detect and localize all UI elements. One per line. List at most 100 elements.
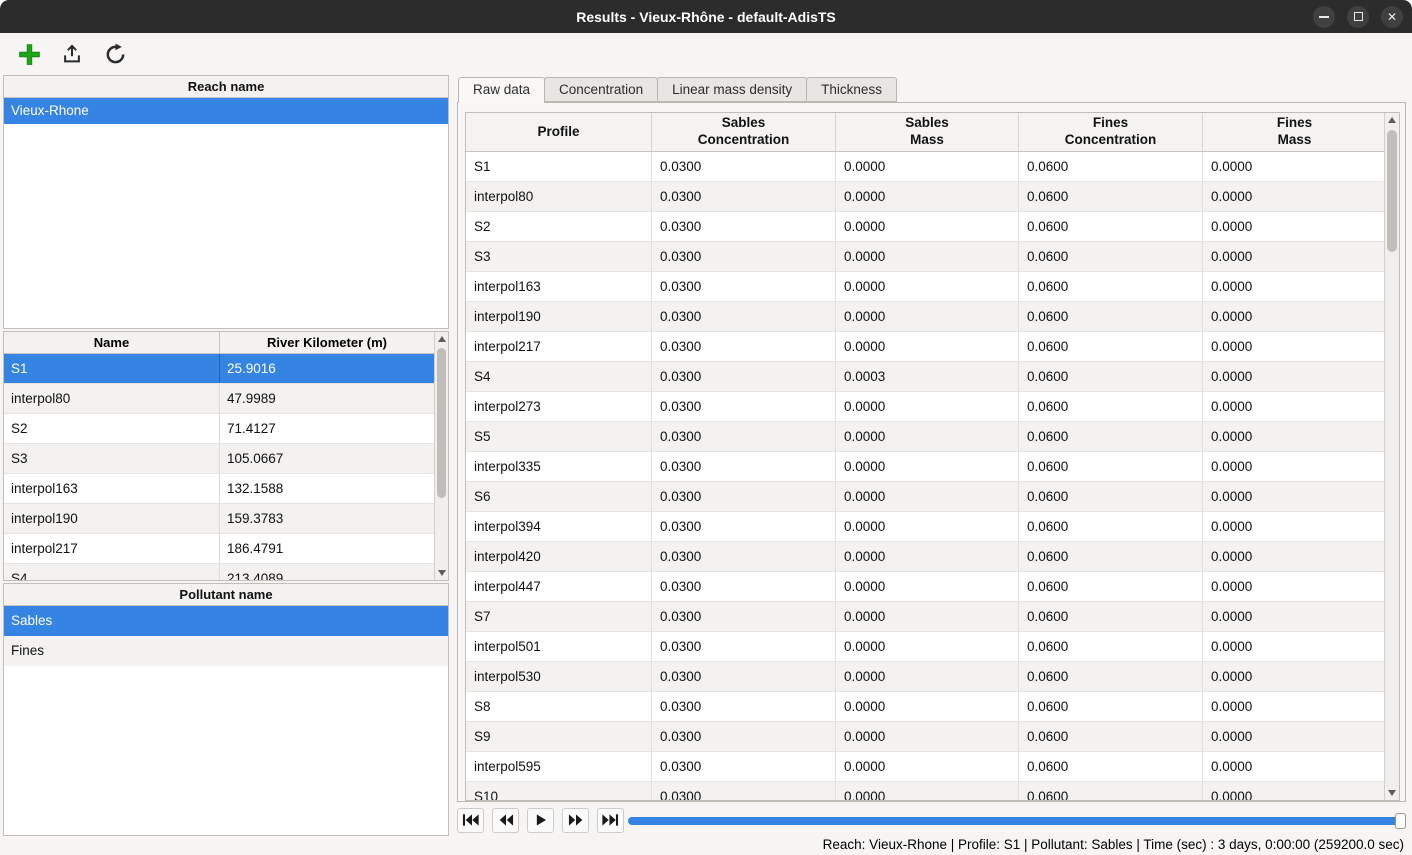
profile-row[interactable]: S271.4127 bbox=[4, 414, 434, 444]
time-slider[interactable] bbox=[628, 817, 1404, 825]
value-cell: 0.0600 bbox=[1019, 542, 1203, 571]
results-row[interactable]: S50.03000.00000.06000.0000 bbox=[466, 422, 1386, 452]
minimize-button[interactable] bbox=[1313, 6, 1335, 28]
results-row[interactable]: interpol2730.03000.00000.06000.0000 bbox=[466, 392, 1386, 422]
export-button[interactable] bbox=[58, 40, 86, 68]
value-cell: 0.0000 bbox=[836, 482, 1019, 511]
column-header-sables-mass[interactable]: SablesMass bbox=[836, 113, 1019, 151]
transport-controls bbox=[457, 806, 624, 834]
add-button[interactable] bbox=[15, 40, 43, 68]
results-row[interactable]: S10.03000.00000.06000.0000 bbox=[466, 152, 1386, 182]
results-row[interactable]: S40.03000.00030.06000.0000 bbox=[466, 362, 1386, 392]
tab-thickness[interactable]: Thickness bbox=[806, 77, 897, 102]
results-row[interactable]: interpol4470.03000.00000.06000.0000 bbox=[466, 572, 1386, 602]
titlebar[interactable]: Results - Vieux-Rhône - default-AdisTS ✕ bbox=[0, 0, 1412, 33]
profiles-table-body: S125.9016interpol8047.9989S271.4127S3105… bbox=[4, 354, 434, 580]
time-slider-handle[interactable] bbox=[1395, 813, 1406, 829]
value-cell: 0.0600 bbox=[1019, 302, 1203, 331]
column-header-fines-mass[interactable]: FinesMass bbox=[1203, 113, 1386, 151]
profile-row[interactable]: S3105.0667 bbox=[4, 444, 434, 474]
go-last-button[interactable] bbox=[597, 808, 624, 833]
profiles-scrollbar[interactable] bbox=[434, 332, 448, 580]
results-row[interactable]: interpol2170.03000.00000.06000.0000 bbox=[466, 332, 1386, 362]
results-row[interactable]: interpol5300.03000.00000.06000.0000 bbox=[466, 662, 1386, 692]
value-cell: 0.0300 bbox=[652, 722, 836, 751]
results-row[interactable]: interpol3350.03000.00000.06000.0000 bbox=[466, 452, 1386, 482]
profile-km-cell: 25.9016 bbox=[220, 354, 434, 383]
results-row[interactable]: S60.03000.00000.06000.0000 bbox=[466, 482, 1386, 512]
results-row[interactable]: S80.03000.00000.06000.0000 bbox=[466, 692, 1386, 722]
profile-name-cell: S4 bbox=[4, 564, 220, 580]
profile-row[interactable]: S4213.4089 bbox=[4, 564, 434, 580]
pollutant-panel: Pollutant name SablesFines bbox=[3, 583, 449, 836]
scroll-up-icon[interactable] bbox=[1388, 117, 1396, 123]
value-cell: 0.0000 bbox=[836, 422, 1019, 451]
value-cell: 0.0600 bbox=[1019, 152, 1203, 181]
value-cell: 0.0600 bbox=[1019, 242, 1203, 271]
profile-row[interactable]: interpol163132.1588 bbox=[4, 474, 434, 504]
results-row[interactable]: S100.03000.00000.06000.0000 bbox=[466, 782, 1386, 801]
profile-cell: S5 bbox=[466, 422, 652, 451]
profiles-table-header: Name River Kilometer (m) bbox=[4, 332, 434, 354]
value-cell: 0.0000 bbox=[836, 692, 1019, 721]
results-row[interactable]: interpol800.03000.00000.06000.0000 bbox=[466, 182, 1386, 212]
results-row[interactable]: S90.03000.00000.06000.0000 bbox=[466, 722, 1386, 752]
results-row[interactable]: interpol1630.03000.00000.06000.0000 bbox=[466, 272, 1386, 302]
results-row[interactable]: interpol1900.03000.00000.06000.0000 bbox=[466, 302, 1386, 332]
profile-row[interactable]: interpol217186.4791 bbox=[4, 534, 434, 564]
profile-cell: S2 bbox=[466, 212, 652, 241]
profile-row[interactable]: interpol190159.3783 bbox=[4, 504, 434, 534]
seek-forward-button[interactable] bbox=[562, 808, 589, 833]
profile-cell: S3 bbox=[466, 242, 652, 271]
value-cell: 0.0000 bbox=[1203, 362, 1386, 391]
profile-row[interactable]: S125.9016 bbox=[4, 354, 434, 384]
results-row[interactable]: interpol5010.03000.00000.06000.0000 bbox=[466, 632, 1386, 662]
play-button[interactable] bbox=[527, 808, 554, 833]
scroll-down-icon[interactable] bbox=[438, 570, 446, 576]
maximize-button[interactable] bbox=[1347, 6, 1369, 28]
profile-cell: interpol595 bbox=[466, 752, 652, 781]
results-row[interactable]: S30.03000.00000.06000.0000 bbox=[466, 242, 1386, 272]
scrollbar-thumb[interactable] bbox=[437, 348, 446, 498]
value-cell: 0.0000 bbox=[1203, 542, 1386, 571]
seek-backward-button[interactable] bbox=[492, 808, 519, 833]
results-scrollbar[interactable] bbox=[1384, 113, 1399, 800]
profile-cell: interpol447 bbox=[466, 572, 652, 601]
scrollbar-thumb[interactable] bbox=[1387, 130, 1397, 252]
results-row[interactable]: interpol5950.03000.00000.06000.0000 bbox=[466, 752, 1386, 782]
go-first-button[interactable] bbox=[457, 808, 484, 833]
results-row[interactable]: S70.03000.00000.06000.0000 bbox=[466, 602, 1386, 632]
reach-panel-header: Reach name bbox=[4, 76, 448, 98]
column-header-sables-concentration[interactable]: SablesConcentration bbox=[652, 113, 836, 151]
pollutant-list-item[interactable]: Sables bbox=[4, 606, 448, 636]
refresh-button[interactable] bbox=[101, 40, 129, 68]
minimize-icon bbox=[1319, 16, 1329, 18]
results-row[interactable]: S20.03000.00000.06000.0000 bbox=[466, 212, 1386, 242]
column-header-river-kilometer[interactable]: River Kilometer (m) bbox=[220, 332, 434, 353]
results-table-header: ProfileSablesConcentrationSablesMassFine… bbox=[466, 113, 1386, 152]
results-row[interactable]: interpol4200.03000.00000.06000.0000 bbox=[466, 542, 1386, 572]
column-header-name[interactable]: Name bbox=[4, 332, 220, 353]
value-cell: 0.0000 bbox=[836, 632, 1019, 661]
profile-km-cell: 47.9989 bbox=[220, 384, 434, 413]
column-header-fines-concentration[interactable]: FinesConcentration bbox=[1019, 113, 1203, 151]
tab-concentration[interactable]: Concentration bbox=[544, 77, 658, 102]
results-row[interactable]: interpol3940.03000.00000.06000.0000 bbox=[466, 512, 1386, 542]
scroll-down-icon[interactable] bbox=[1388, 790, 1396, 796]
value-cell: 0.0000 bbox=[1203, 482, 1386, 511]
column-header-profile[interactable]: Profile bbox=[466, 113, 652, 151]
reach-list-item[interactable]: Vieux-Rhone bbox=[4, 98, 448, 124]
scroll-up-icon[interactable] bbox=[438, 336, 446, 342]
value-cell: 0.0000 bbox=[836, 182, 1019, 211]
pollutant-list-item[interactable]: Fines bbox=[4, 636, 448, 666]
profile-cell: interpol530 bbox=[466, 662, 652, 691]
profile-row[interactable]: interpol8047.9989 bbox=[4, 384, 434, 414]
value-cell: 0.0000 bbox=[836, 212, 1019, 241]
value-cell: 0.0600 bbox=[1019, 692, 1203, 721]
tab-raw-data[interactable]: Raw data bbox=[458, 77, 545, 103]
value-cell: 0.0300 bbox=[652, 482, 836, 511]
app-window: Results - Vieux-Rhône - default-AdisTS ✕ bbox=[0, 0, 1412, 855]
close-button[interactable]: ✕ bbox=[1381, 6, 1403, 28]
value-cell: 0.0000 bbox=[1203, 242, 1386, 271]
tab-linear-mass-density[interactable]: Linear mass density bbox=[657, 77, 807, 102]
